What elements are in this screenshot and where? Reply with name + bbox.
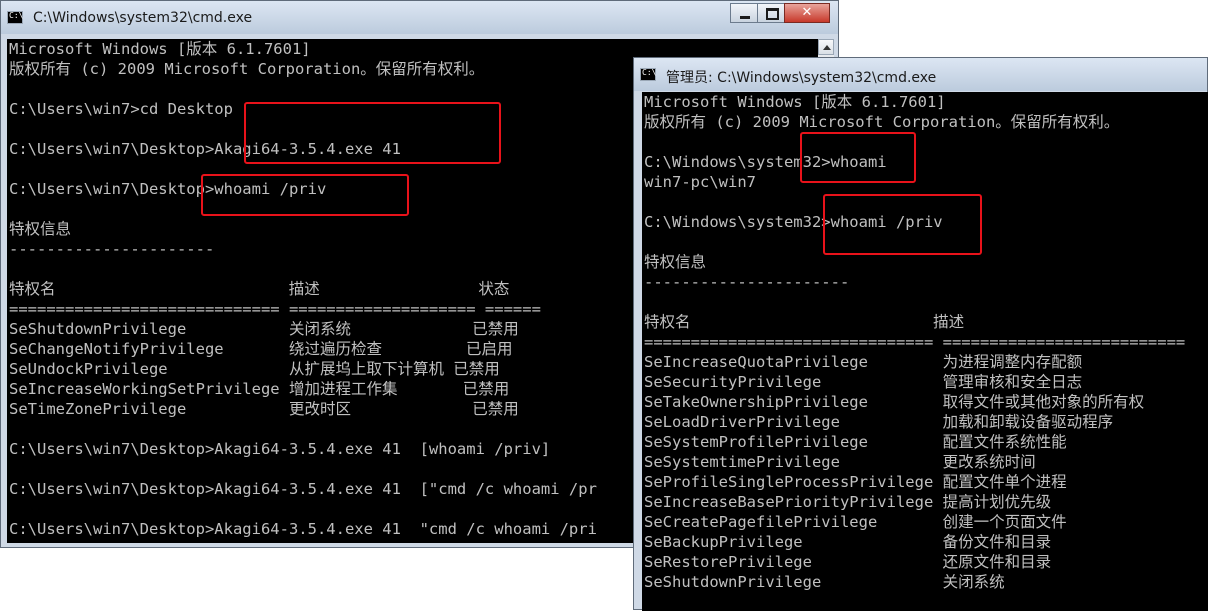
- console-line: SeProfileSingleProcessPrivilege 配置文件单个进程: [644, 473, 1067, 491]
- window-title: 管理员: C:\Windows\system32\cmd.exe: [666, 70, 937, 86]
- console-line: SeSystemProfilePrivilege 配置文件系统性能: [644, 433, 1067, 451]
- title-bar[interactable]: C:\Windows\system32\cmd.exe: [1, 1, 838, 34]
- cmd-app-icon: [7, 11, 23, 24]
- console-line: SeTakeOwnershipPrivilege 取得文件或其他对象的所有权: [644, 393, 1145, 411]
- admin-cmd-window[interactable]: 管理员: C:\Windows\system32\cmd.exe Microso…: [633, 57, 1208, 611]
- console-line: SeRestorePrivilege 还原文件和目录: [644, 553, 1052, 571]
- maximize-button[interactable]: [757, 3, 785, 23]
- console-line: 版权所有 (c) 2009 Microsoft Corporation。保留所有…: [644, 113, 1120, 131]
- console-line: SeIncreaseQuotaPrivilege 为进程调整内存配额: [644, 353, 1083, 371]
- scroll-up-arrow-icon[interactable]: [818, 39, 834, 55]
- console-line: Microsoft Windows [版本 6.1.7601]: [9, 40, 311, 58]
- console-line: SeShutdownPrivilege 关闭系统: [644, 573, 1005, 591]
- highlight-box: [244, 102, 501, 164]
- console-line: ----------------------: [644, 273, 850, 291]
- console-output[interactable]: Microsoft Windows [版本 6.1.7601] 版权所有 (c) …: [642, 92, 1208, 611]
- console-line: SeLoadDriverPrivilege 加载和卸载设备驱动程序: [644, 413, 1114, 431]
- console-line: SeCreatePagefilePrivilege 创建一个页面文件: [644, 513, 1067, 531]
- window-controls: [730, 3, 830, 23]
- console-line: 特权名 描述: [644, 313, 965, 331]
- console-line: win7-pc\win7: [644, 173, 756, 191]
- console-line: Microsoft Windows [版本 6.1.7601]: [644, 93, 946, 111]
- window-title: C:\Windows\system32\cmd.exe: [33, 10, 253, 26]
- console-line: 特权信息: [644, 253, 707, 271]
- highlight-box: [823, 194, 982, 255]
- console-line: SeIncreaseBasePriorityPrivilege 提高计划优先级: [644, 493, 1052, 511]
- console-line: =============================== ========…: [644, 333, 1186, 351]
- console-line: SeSystemtimePrivilege 更改系统时间: [644, 453, 1036, 471]
- highlight-box: [201, 174, 409, 216]
- highlight-box: [800, 132, 916, 183]
- console-line: C:\Windows\system32>whoami: [644, 153, 887, 171]
- console-line: SeBackupPrivilege 备份文件和目录: [644, 533, 1052, 551]
- cmd-app-icon: [640, 68, 656, 81]
- console-line: SeSecurityPrivilege 管理审核和安全日志: [644, 373, 1083, 391]
- title-bar[interactable]: 管理员: C:\Windows\system32\cmd.exe: [634, 58, 1207, 91]
- minimize-button[interactable]: [730, 3, 758, 23]
- close-button[interactable]: [784, 3, 830, 23]
